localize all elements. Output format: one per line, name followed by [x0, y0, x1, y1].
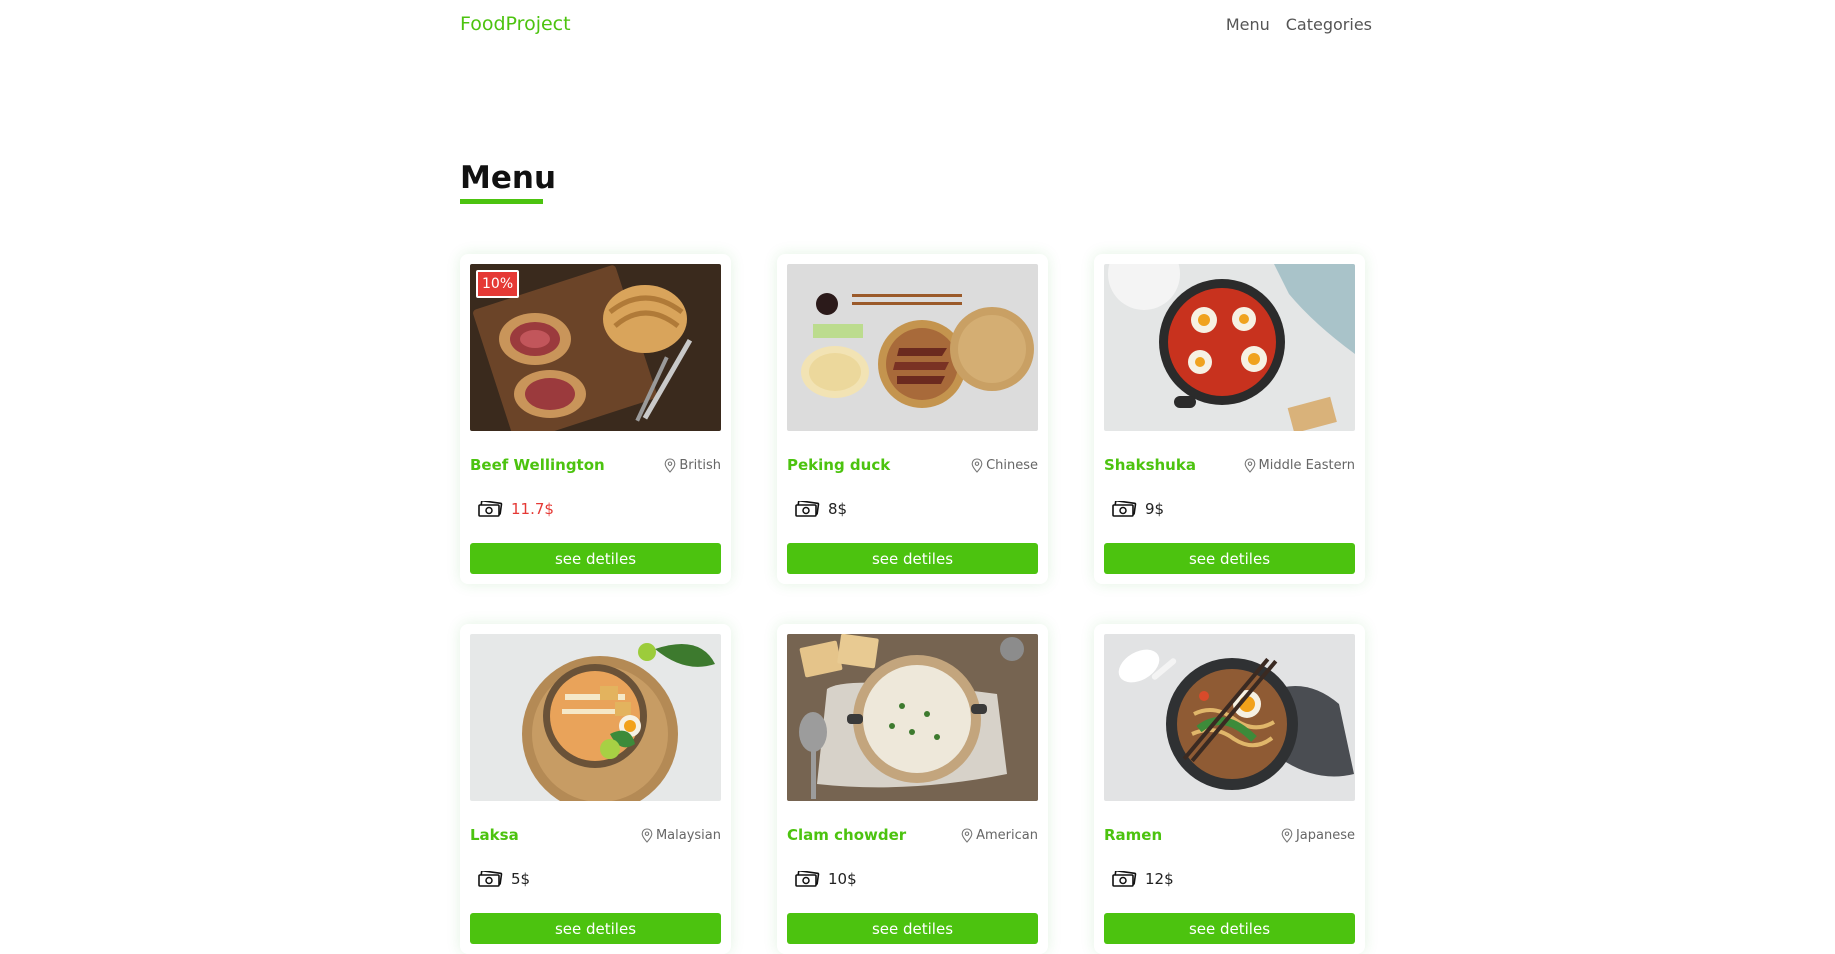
see-details-button[interactable]: see detiles — [787, 913, 1038, 944]
nav-link-menu[interactable]: Menu — [1226, 15, 1270, 34]
money-bill-icon — [478, 870, 503, 887]
food-image-clam-chowder[interactable] — [787, 634, 1038, 801]
money-bill-icon — [795, 500, 820, 517]
see-details-button[interactable]: see detiles — [1104, 543, 1355, 574]
menu-card: Ramen Japanese 12$ see detiles — [1094, 624, 1365, 954]
price: 11.7$ — [511, 500, 554, 518]
card-info: Clam chowder American — [787, 825, 1038, 845]
map-pin-icon — [961, 827, 973, 843]
origin-label: Chinese — [971, 458, 1038, 473]
menu-grid: 10% Beef Wellington British 11.7$ see de… — [460, 254, 1366, 954]
origin-text: American — [976, 827, 1038, 843]
price-row: 9$ — [1104, 499, 1355, 519]
money-bill-icon — [795, 870, 820, 887]
title-underline — [460, 199, 543, 204]
price-row: 8$ — [787, 499, 1038, 519]
origin-label: Middle Eastern — [1244, 458, 1355, 473]
food-name: Clam chowder — [787, 826, 907, 844]
map-pin-icon — [641, 827, 653, 843]
see-details-button[interactable]: see detiles — [470, 543, 721, 574]
origin-text: Middle Eastern — [1258, 457, 1355, 473]
card-info: Beef Wellington British — [470, 455, 721, 475]
price-row: 10$ — [787, 869, 1038, 889]
origin-label: Malaysian — [641, 828, 721, 843]
food-name: Laksa — [470, 826, 519, 844]
food-image-ramen[interactable] — [1104, 634, 1355, 801]
price-row: 12$ — [1104, 869, 1355, 889]
menu-card: Laksa Malaysian 5$ see detiles — [460, 624, 731, 954]
price: 8$ — [828, 500, 848, 518]
card-info: Peking duck Chinese — [787, 455, 1038, 475]
money-bill-icon — [478, 500, 503, 517]
map-pin-icon — [665, 457, 676, 473]
map-pin-icon — [971, 457, 983, 473]
food-image-peking-duck[interactable] — [787, 264, 1038, 431]
see-details-button[interactable]: see detiles — [470, 913, 721, 944]
see-details-button[interactable]: see detiles — [1104, 913, 1355, 944]
card-info: Laksa Malaysian — [470, 825, 721, 845]
money-bill-icon — [1112, 870, 1137, 887]
menu-card: 10% Beef Wellington British 11.7$ see de… — [460, 254, 731, 584]
price: 5$ — [511, 870, 531, 888]
map-pin-icon — [1244, 457, 1255, 473]
price: 12$ — [1145, 870, 1174, 888]
page-title: Menu — [460, 160, 557, 196]
food-name: Peking duck — [787, 456, 891, 474]
navbar: FoodProject Menu Categories — [0, 0, 1835, 52]
nav-link-categories[interactable]: Categories — [1286, 15, 1372, 34]
money-bill-icon — [1112, 500, 1137, 517]
price-row: 11.7$ — [470, 499, 721, 519]
food-name: Beef Wellington — [470, 456, 605, 474]
menu-card: Peking duck Chinese 8$ see detiles — [777, 254, 1048, 584]
discount-badge: 10% — [476, 270, 520, 298]
origin-text: Japanese — [1295, 827, 1355, 843]
origin-label: Japanese — [1281, 828, 1355, 843]
origin-label: British — [664, 458, 721, 473]
map-pin-icon — [1281, 827, 1293, 843]
food-image-shakshuka[interactable] — [1104, 264, 1355, 431]
origin-text: Chinese — [986, 457, 1038, 473]
price: 9$ — [1145, 500, 1165, 518]
price: 10$ — [828, 870, 857, 888]
brand-logo[interactable]: FoodProject — [460, 13, 571, 35]
card-info: Shakshuka Middle Eastern — [1104, 455, 1355, 475]
food-name: Ramen — [1104, 826, 1163, 844]
origin-label: American — [961, 828, 1038, 843]
origin-text: Malaysian — [655, 827, 721, 843]
menu-card: Clam chowder American 10$ see detiles — [777, 624, 1048, 954]
price-row: 5$ — [470, 869, 721, 889]
nav-links: Menu Categories — [1226, 15, 1372, 34]
card-info: Ramen Japanese — [1104, 825, 1355, 845]
food-image-beef-wellington[interactable]: 10% — [470, 264, 721, 431]
origin-text: British — [679, 457, 721, 473]
see-details-button[interactable]: see detiles — [787, 543, 1038, 574]
menu-card: Shakshuka Middle Eastern 9$ see detiles — [1094, 254, 1365, 584]
food-image-laksa[interactable] — [470, 634, 721, 801]
food-name: Shakshuka — [1104, 456, 1196, 474]
